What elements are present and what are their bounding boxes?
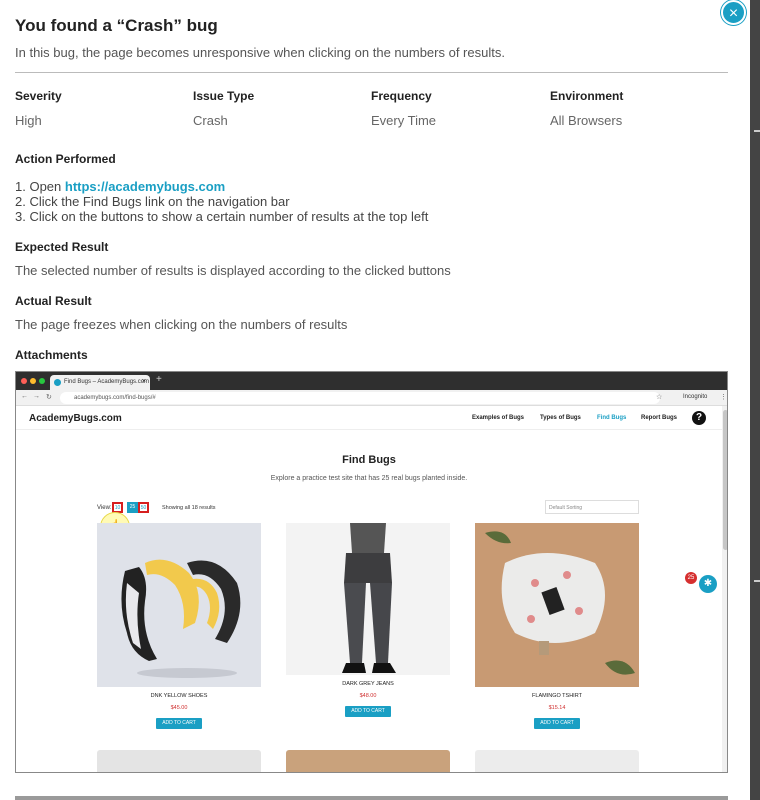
step-3: 3. Click on the buttons to show a certai… <box>15 209 429 224</box>
page-scrollbar <box>722 406 727 772</box>
new-tab-icon: + <box>156 374 162 385</box>
add-to-cart-button: ADD TO CART <box>345 706 391 717</box>
help-icon: ? <box>692 411 706 425</box>
background-scroll-strip <box>750 0 760 800</box>
site-logo: AcademyBugs.com <box>29 413 122 424</box>
browser-urlbar: ← → ↻ academybugs.com/find-bugs/# ☆ Inco… <box>16 390 727 406</box>
tab-title: Find Bugs – AcademyBugs.com <box>64 379 150 385</box>
product-name: DNK YELLOW SHOES <box>150 693 208 699</box>
meta-label: Severity <box>15 89 62 103</box>
add-to-cart-button: ADD TO CART <box>156 718 202 729</box>
product-image <box>475 523 639 687</box>
modal-description: In this bug, the page becomes unresponsi… <box>15 45 505 60</box>
scroll-thumb <box>723 410 727 550</box>
nav-report: Report Bugs <box>641 415 677 421</box>
window-minimize-dot <box>30 378 36 384</box>
product-price: $15.14 <box>548 705 566 711</box>
favicon-icon <box>54 379 61 386</box>
meta-value: All Browsers <box>550 113 623 128</box>
product-card-partial <box>97 750 261 772</box>
actual-heading: Actual Result <box>15 294 92 308</box>
results-count: Showing all 18 results <box>162 505 216 511</box>
meta-frequency: Frequency Every Time <box>371 89 541 128</box>
reload-icon: ↻ <box>46 394 52 401</box>
sort-select: Default Sorting <box>545 500 639 514</box>
product-image <box>97 523 261 687</box>
meta-label: Environment <box>550 89 624 103</box>
product-name: FLAMINGO TSHIRT <box>532 693 582 699</box>
menu-icon: ⋮ <box>720 394 727 401</box>
browser-tabbar: Find Bugs – AcademyBugs.com × + <box>16 372 727 390</box>
divider <box>15 72 728 73</box>
meta-value: Crash <box>193 113 228 128</box>
address-field: academybugs.com/find-bugs/# <box>60 392 660 404</box>
browser-tab: Find Bugs – AcademyBugs.com × <box>50 375 150 390</box>
forward-icon: → <box>33 393 40 400</box>
view-50-button: 50 <box>138 502 149 513</box>
find-bugs-subtitle: Explore a practice test site that has 25… <box>270 475 468 482</box>
view-25-button: 25 <box>127 502 138 513</box>
nav-find-bugs: Find Bugs <box>597 415 627 421</box>
product-card-partial <box>286 750 450 772</box>
window-maximize-dot <box>39 378 45 384</box>
attachment-screenshot[interactable]: Find Bugs – AcademyBugs.com × + ← → ↻ ac… <box>15 371 728 773</box>
meta-value: Every Time <box>371 113 437 128</box>
step-1: 1. Open https://academybugs.com <box>15 179 428 194</box>
academybugs-link[interactable]: https://academybugs.com <box>65 179 225 194</box>
view-label: View: <box>97 505 112 511</box>
product-price: $45.00 <box>170 705 188 711</box>
window-close-dot <box>21 378 27 384</box>
close-button[interactable]: × <box>721 0 746 25</box>
meta-value: High <box>15 113 42 128</box>
bug-count-badge: 25 <box>685 572 697 584</box>
modal-title: You found a “Crash” bug <box>15 16 218 35</box>
product-price: $48.00 <box>359 693 377 699</box>
back-icon: ← <box>21 393 28 400</box>
steps-list: 1. Open https://academybugs.com 2. Click… <box>15 179 428 224</box>
star-icon: ☆ <box>656 394 663 401</box>
product-card: DNK YELLOW SHOES $45.00 ADD TO CART <box>97 523 261 729</box>
attachments-heading: Attachments <box>15 348 88 362</box>
modal-bottom-edge <box>15 796 728 800</box>
incognito-label: Incognito <box>683 394 708 400</box>
step-2: 2. Click the Find Bugs link on the navig… <box>15 194 290 209</box>
meta-severity: Severity High <box>15 89 185 128</box>
product-name: DARK GREY JEANS <box>342 681 394 687</box>
meta-issue-type: Issue Type Crash <box>193 89 363 128</box>
strip-mark <box>754 130 760 132</box>
step-1-text: 1. Open <box>15 179 65 194</box>
product-card: DARK GREY JEANS $48.00 ADD TO CART <box>286 523 450 717</box>
product-card-partial <box>475 750 639 772</box>
add-to-cart-button: ADD TO CART <box>534 718 580 729</box>
product-image <box>286 523 450 675</box>
expected-text: The selected number of results is displa… <box>15 263 451 278</box>
tab-close-icon: × <box>141 378 146 385</box>
product-card: FLAMINGO TSHIRT $15.14 ADD TO CART <box>475 523 639 729</box>
site-header: AcademyBugs.com Examples of Bugs Types o… <box>16 406 727 430</box>
strip-mark <box>754 580 760 582</box>
expected-heading: Expected Result <box>15 240 109 254</box>
actual-text: The page freezes when clicking on the nu… <box>15 317 348 332</box>
meta-environment: Environment All Browsers <box>550 89 720 128</box>
meta-label: Issue Type <box>193 89 255 103</box>
meta-label: Frequency <box>371 89 432 103</box>
nav-types: Types of Bugs <box>540 415 581 421</box>
nav-examples: Examples of Bugs <box>472 415 525 421</box>
bug-modal: × You found a “Crash” bug In this bug, t… <box>0 0 750 800</box>
bug-icon: ✱ <box>699 575 717 593</box>
find-bugs-title: Find Bugs <box>342 454 396 466</box>
action-heading: Action Performed <box>15 152 116 166</box>
